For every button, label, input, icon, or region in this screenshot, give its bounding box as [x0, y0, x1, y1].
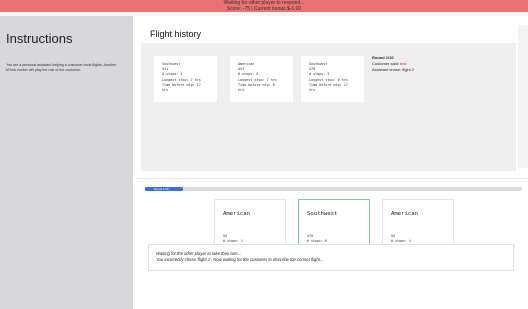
instructions-title: Instructions	[6, 31, 73, 46]
flight-time-unit: hrs	[309, 88, 316, 93]
round-progress-bar: Round 1/10	[145, 187, 522, 191]
status-message-box: Waiting for the other player to take the…	[148, 244, 514, 271]
round-progress-label: Round 1/10	[154, 187, 169, 191]
option-airline: American	[391, 211, 418, 217]
flight-history-title: Flight history	[150, 29, 202, 39]
flight-time-unit: hrs	[238, 88, 245, 93]
round-info: Round 1/10 Customer said: test Assistant…	[372, 55, 414, 73]
flight-history-panel: Flight history Southwest $11 # stops: 2 …	[141, 21, 516, 171]
history-scrollbar[interactable]	[518, 25, 528, 168]
history-flight-card: Southwest $11 # stops: 2 Longest stop: 7…	[154, 56, 217, 102]
customer-said-label: Customer said:	[372, 61, 399, 66]
status-line-result: You incorrectly chose 'flight 1'. Now wa…	[156, 257, 324, 263]
instructions-text: You are a personal assistant helping a c…	[6, 63, 117, 72]
option-airline: Southwest	[307, 211, 338, 217]
flight-time-unit: hrs	[162, 88, 169, 93]
instructions-sidebar: Instructions You are a personal assistan…	[0, 16, 133, 309]
waiting-banner: Waiting for other player to respond... S…	[0, 0, 528, 12]
section-divider	[135, 178, 528, 179]
assistant-chose: Assistant chose: flight 2	[372, 67, 415, 72]
option-airline: American	[223, 211, 250, 217]
customer-said-value: test	[400, 61, 407, 66]
history-flight-card: American $53 # stops: 0 Longest stop: 7 …	[230, 56, 293, 102]
history-flight-card: Southwest $78 # stops: 3 Longest stop: 6…	[301, 56, 364, 102]
